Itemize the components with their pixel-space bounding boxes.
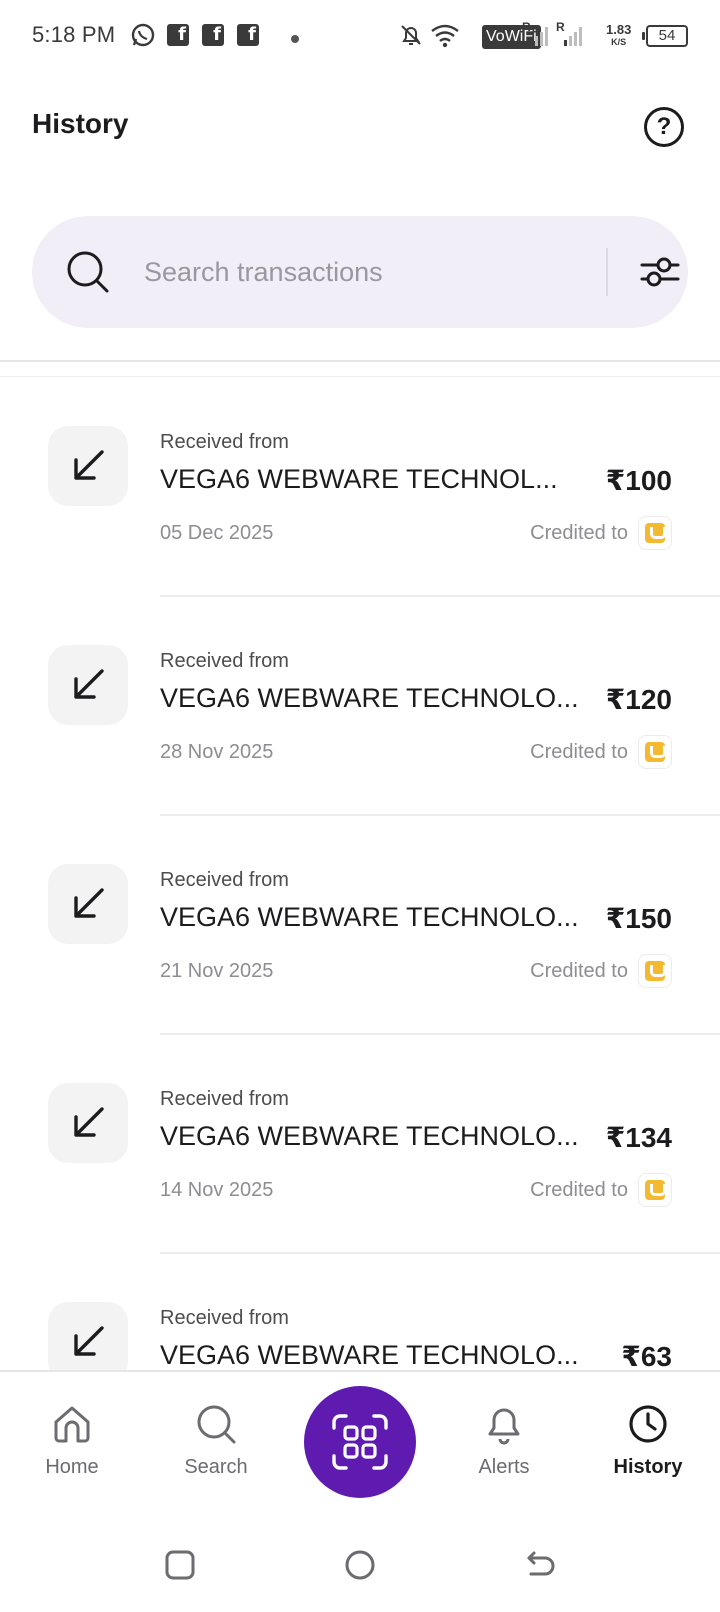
payer-name: VEGA6 WEBWARE TECHNOLO... [160,683,579,713]
system-nav-bar [0,1518,720,1612]
payer-name: VEGA6 WEBWARE TECHNOLO... [160,1340,579,1370]
credited-to-label: Credited to [530,1179,628,1201]
mute-bell-icon [401,25,421,45]
nav-label: Search [184,1456,248,1478]
nav-label: Home [45,1456,99,1478]
payer-name: VEGA6 WEBWARE TECHNOL... [160,464,558,494]
facebook-icon: f [237,24,259,46]
transaction-date: 05 Dec 2025 [160,522,274,544]
sim2-label: R [556,20,565,34]
transaction-date: 21 Nov 2025 [160,960,274,982]
bell-icon [488,1408,520,1445]
bottom-nav: Home Search Alerts History [0,1370,720,1518]
speed-value: 1.83 [606,22,632,37]
search-icon [67,251,109,293]
qr-scan-icon [332,1414,388,1470]
transaction-row[interactable]: Received from VEGA6 WEBWARE TECHNOLO... … [0,1035,720,1254]
transaction-type: Received from [160,650,289,672]
search-divider [606,248,608,296]
received-arrow-icon [48,1083,128,1163]
received-arrow-icon [48,864,128,944]
transaction-row[interactable]: Received from VEGA6 WEBWARE TECHNOLO... … [0,1254,720,1370]
transaction-amount: ₹134 [605,1122,672,1153]
transaction-amount: ₹63 [621,1341,672,1370]
transaction-amount: ₹100 [605,465,672,496]
wifi-icon [431,24,459,48]
transaction-type: Received from [160,431,289,453]
bank-logo-icon [638,735,672,769]
battery-indicator: 54 [642,25,688,47]
bank-logo-icon [638,1173,672,1207]
received-arrow-icon [48,645,128,725]
home-system-icon[interactable] [343,1548,377,1582]
transaction-list[interactable]: Received from VEGA6 WEBWARE TECHNOL... ₹… [0,378,720,1370]
nav-label: Alerts [478,1456,530,1478]
payer-name: VEGA6 WEBWARE TECHNOLO... [160,1121,579,1151]
transaction-date: 28 Nov 2025 [160,741,274,763]
network-speed: 1.83 K/S [606,22,632,48]
transaction-amount: ₹120 [605,684,672,715]
nav-label: History [613,1456,683,1478]
divider [0,360,720,362]
page-title: History [32,108,129,139]
divider [0,376,720,377]
credited-to-label: Credited to [530,522,628,544]
help-button[interactable]: ? [644,107,684,147]
payer-name: VEGA6 WEBWARE TECHNOLO... [160,902,579,932]
sim1-label: R [522,20,531,34]
whatsapp-icon [131,23,155,47]
transaction-row[interactable]: Received from VEGA6 WEBWARE TECHNOL... ₹… [0,378,720,597]
facebook-icon: f [202,24,224,46]
transaction-date: 14 Nov 2025 [160,1179,274,1201]
transaction-row[interactable]: Received from VEGA6 WEBWARE TECHNOLO... … [0,597,720,816]
transaction-type: Received from [160,869,289,891]
bank-logo-icon [638,516,672,550]
home-icon [54,1406,90,1443]
search-input[interactable] [144,250,584,294]
nav-alerts[interactable]: Alerts [444,1402,564,1502]
speed-unit: K/S [611,37,627,47]
recent-apps-icon[interactable] [163,1548,197,1582]
received-arrow-icon [48,1302,128,1370]
transaction-row[interactable]: Received from VEGA6 WEBWARE TECHNOLO... … [0,816,720,1035]
transaction-type: Received from [160,1307,289,1329]
received-arrow-icon [48,426,128,506]
more-notifications-icon [291,35,299,43]
status-time: 5:18 PM [32,22,116,47]
facebook-icon: f [167,24,189,46]
nav-search[interactable]: Search [156,1402,276,1502]
nav-history[interactable]: History [588,1402,708,1502]
transaction-type: Received from [160,1088,289,1110]
status-bar: 5:18 PM f f f VoWiFi R R 1.83 K/S 54 [0,0,720,72]
back-icon[interactable] [523,1548,557,1582]
search-bar [32,216,688,328]
transaction-amount: ₹150 [605,903,672,934]
filter-icon[interactable] [636,248,684,296]
search-icon [197,1405,236,1444]
bank-logo-icon [638,954,672,988]
credited-to-label: Credited to [530,960,628,982]
scan-qr-button[interactable] [304,1386,416,1498]
nav-home[interactable]: Home [12,1402,132,1502]
credited-to-label: Credited to [530,741,628,763]
clock-icon [629,1405,667,1443]
